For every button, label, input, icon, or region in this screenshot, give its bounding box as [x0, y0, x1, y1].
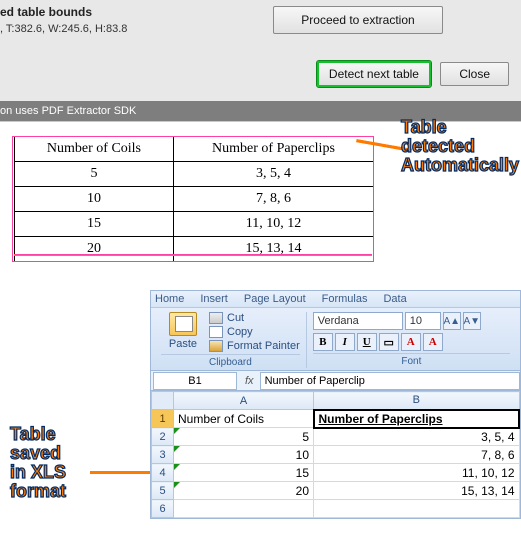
det-header: Number of Coils [15, 137, 174, 162]
col-header-a[interactable]: A [174, 392, 314, 410]
grow-font-button[interactable]: A▲ [443, 312, 461, 330]
cell-a6[interactable] [174, 500, 314, 518]
fx-icon[interactable]: fx [245, 375, 254, 387]
row-header-6[interactable]: 6 [152, 500, 174, 518]
ribbon-tabs: Home Insert Page Layout Formulas Data [151, 291, 520, 308]
callout-saved: Table saved in XLS format [10, 425, 66, 501]
cell-a5[interactable]: 20 [174, 482, 314, 500]
det-cell: 5 [15, 162, 174, 187]
scissors-icon [209, 312, 223, 324]
tab-home[interactable]: Home [155, 293, 184, 305]
cell-a3[interactable]: 10 [174, 446, 314, 464]
worksheet[interactable]: A B 1 Number of Coils Number of Papercli… [151, 391, 520, 518]
copy-label: Copy [227, 326, 253, 338]
font-color-button[interactable]: A [423, 333, 443, 351]
det-cell: 15, 13, 14 [173, 237, 373, 262]
font-name-combo[interactable]: Verdana [313, 312, 403, 330]
det-cell: 11, 10, 12 [173, 212, 373, 237]
det-header: Number of Paperclips [173, 137, 373, 162]
det-cell: 20 [15, 237, 174, 262]
cell-b3[interactable]: 7, 8, 6 [314, 446, 520, 464]
ribbon-body: Paste Cut Copy Format Painter Clipboard … [151, 308, 520, 371]
row-header-1[interactable]: 1 [152, 410, 174, 428]
cell-b5[interactable]: 15, 13, 14 [314, 482, 520, 500]
callout-text: Table detected Automatically [401, 117, 519, 175]
tab-page-layout[interactable]: Page Layout [244, 293, 306, 305]
formula-input[interactable]: Number of Paperclip [260, 372, 520, 390]
tab-formulas[interactable]: Formulas [322, 293, 368, 305]
cell-b4[interactable]: 11, 10, 12 [314, 464, 520, 482]
brush-icon [209, 340, 223, 352]
extraction-dialog: ed table bounds , T:382.6, W:245.6, H:83… [0, 0, 521, 101]
font-size-combo[interactable]: 10 [405, 312, 441, 330]
detected-table: Number of Coils Number of Paperclips 53,… [14, 136, 374, 262]
callout-text: Table saved in XLS format [10, 424, 66, 501]
bold-button[interactable]: B [313, 333, 333, 351]
callout-detected: Table detected Automatically [401, 118, 519, 175]
cell-a4[interactable]: 15 [174, 464, 314, 482]
paste-label: Paste [169, 338, 197, 350]
format-painter-button[interactable]: Format Painter [209, 340, 300, 352]
close-button[interactable]: Close [440, 62, 509, 86]
font-group: Verdana 10 A▲ A▼ B I U ▭ A A Font [307, 312, 516, 368]
border-button[interactable]: ▭ [379, 333, 399, 351]
format-painter-label: Format Painter [227, 340, 300, 352]
row-header-4[interactable]: 4 [152, 464, 174, 482]
fill-color-button[interactable]: A [401, 333, 421, 351]
strike-line [14, 254, 372, 256]
col-header-b[interactable]: B [314, 392, 520, 410]
select-all-corner[interactable] [152, 392, 174, 410]
det-cell: 15 [15, 212, 174, 237]
cell-b1[interactable]: Number of Paperclips [314, 410, 520, 428]
cell-b6[interactable] [314, 500, 520, 518]
proceed-button[interactable]: Proceed to extraction [273, 6, 443, 34]
paste-icon [169, 312, 197, 336]
font-group-title: Font [313, 353, 510, 367]
underline-button[interactable]: U [357, 333, 377, 351]
callout-arrow-2 [90, 471, 150, 474]
copy-icon [209, 326, 223, 338]
row-header-5[interactable]: 5 [152, 482, 174, 500]
copy-button[interactable]: Copy [209, 326, 300, 338]
formula-bar: B1 fx Number of Paperclip [151, 371, 520, 391]
shrink-font-button[interactable]: A▼ [463, 312, 481, 330]
clipboard-group: Paste Cut Copy Format Painter Clipboard [155, 312, 307, 368]
cut-button[interactable]: Cut [209, 312, 300, 324]
row-header-2[interactable]: 2 [152, 428, 174, 446]
detect-next-table-button[interactable]: Detect next table [317, 61, 431, 87]
cell-a1[interactable]: Number of Coils [174, 410, 314, 428]
tab-insert[interactable]: Insert [200, 293, 228, 305]
paste-button[interactable]: Paste [161, 312, 205, 352]
name-box[interactable]: B1 [153, 372, 237, 390]
excel-window: Home Insert Page Layout Formulas Data Pa… [150, 290, 521, 519]
clipboard-group-title: Clipboard [161, 354, 300, 368]
italic-button[interactable]: I [335, 333, 355, 351]
det-cell: 3, 5, 4 [173, 162, 373, 187]
row-header-3[interactable]: 3 [152, 446, 174, 464]
tab-data[interactable]: Data [383, 293, 406, 305]
det-cell: 7, 8, 6 [173, 187, 373, 212]
cell-a2[interactable]: 5 [174, 428, 314, 446]
cut-label: Cut [227, 312, 244, 324]
cell-b2[interactable]: 3, 5, 4 [314, 428, 520, 446]
det-cell: 10 [15, 187, 174, 212]
